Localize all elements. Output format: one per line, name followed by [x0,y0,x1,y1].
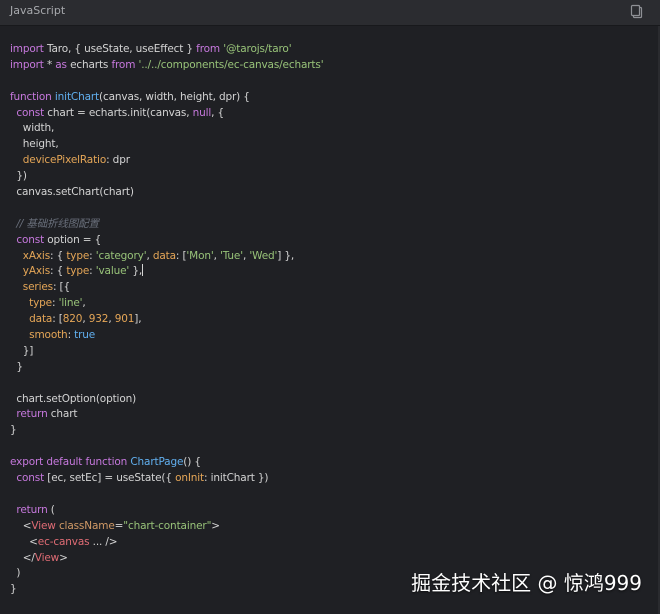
code-line: width, [10,122,55,135]
code-line: }) [10,170,27,183]
code-line: xAxis: { type: 'category', data: ['Mon',… [22,249,295,262]
code-line: return ( [16,503,55,516]
code-line: series: [{ [22,281,71,294]
code-line: smooth: true [29,329,96,342]
code-line: height, [10,138,59,151]
code-line: } [10,360,23,373]
code-line: }] [10,344,34,357]
code-line: const [ec, setEc] = useState({ onInit: i… [16,472,269,485]
code-line: yAxis: { type: 'value' }, [22,264,144,278]
code-line: devicePixelRatio: dpr [22,154,130,167]
clipboard-icon[interactable] [630,4,644,20]
language-label: JavaScript [10,4,66,17]
code-line: function initChart(canvas, width, height… [10,90,250,103]
code-line: return chart [16,408,78,421]
code-line: export default function ChartPage() { [10,456,201,469]
code-line: import * as echarts from '../../componen… [10,58,324,71]
watermark: 掘金技术社区 @ 惊鸿999 [411,571,642,595]
code-line: </View> [10,551,68,564]
text-cursor [142,264,144,277]
code-line: const chart = echarts.init(canvas, null,… [16,106,225,119]
code-line: <ec-canvas ... /> [10,535,118,548]
code-line: import Taro, { useState, useEffect } fro… [10,43,292,55]
code-line: chart.setOption(option) [10,392,137,405]
code-line: <View className="chart-container"> [10,519,220,532]
code-line: data: [820, 932, 901], [29,313,142,326]
code-area[interactable]: import Taro, { useState, useEffect } fro… [10,42,650,598]
code-block-header: JavaScript [0,0,660,26]
code-line: type: 'line', [29,297,86,310]
code-line: } [10,424,17,437]
code-line: const option = { [16,233,102,246]
code-line: canvas.setChart(chart) [10,186,134,199]
code-comment: // 基础折线图配置 [10,217,99,230]
code-block-panel: JavaScript import Taro, { useState, useE… [0,0,660,614]
